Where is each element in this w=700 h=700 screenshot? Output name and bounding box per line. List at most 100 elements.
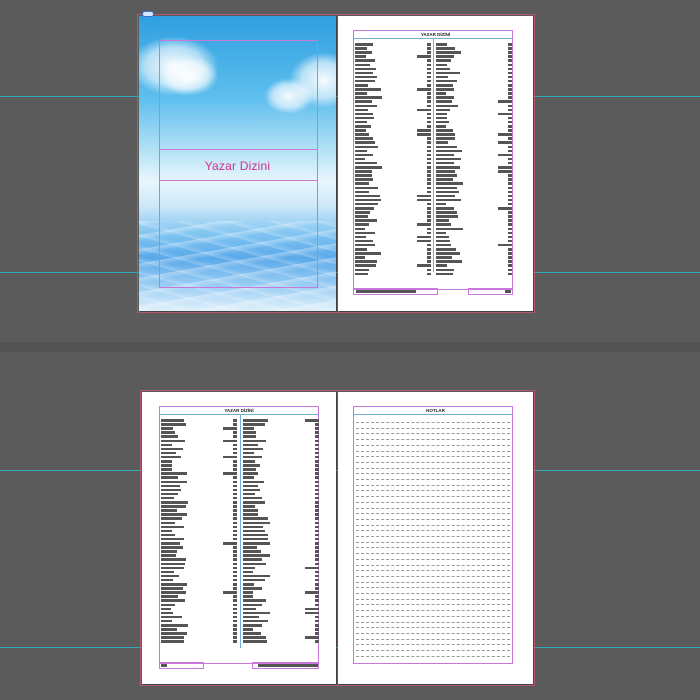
index-entry-name (355, 125, 371, 128)
index-entry-page (498, 243, 512, 247)
index-entry-page (305, 636, 319, 639)
index-entry-name (161, 554, 176, 557)
index-entry-name (436, 207, 454, 210)
index-entry-page (508, 84, 512, 87)
index-entry-name (161, 628, 177, 631)
index-entry-page (315, 468, 319, 471)
note-line (356, 530, 510, 532)
cover-page[interactable]: Yazar Dizini (139, 16, 336, 311)
index-entry-name (436, 59, 451, 62)
index-entry-name (436, 268, 454, 271)
index-entry-page (315, 501, 319, 504)
index-entry-page (508, 149, 512, 153)
index-entry-name (436, 264, 447, 267)
index-entry-page (233, 505, 237, 508)
index-entry-page (427, 75, 431, 79)
index-heading[interactable]: YAZAR DİZİNİ (338, 32, 533, 37)
index-entry-page (233, 488, 237, 492)
notes-heading[interactable]: NOTLAR (338, 408, 533, 413)
index-entry-name (355, 43, 373, 46)
index-entry-name (243, 595, 253, 598)
index-entry-name (243, 505, 255, 508)
index-entry-page (315, 537, 319, 541)
index-entry-page (233, 501, 237, 504)
index-entry-name (243, 517, 268, 520)
index-entry-name (243, 611, 270, 615)
index-entry-page (233, 431, 237, 434)
index-entry-name (243, 632, 261, 635)
cover-title[interactable]: Yazar Dizini (139, 159, 336, 173)
index-entry-page (315, 439, 319, 442)
index-entry-name (161, 558, 186, 561)
index-entry-page (508, 215, 512, 218)
index-entry-name (355, 161, 377, 165)
index-entry-page (508, 145, 512, 148)
note-line (356, 587, 510, 589)
index-entry-name (355, 194, 380, 198)
page-tag-icon[interactable] (142, 11, 154, 17)
index-entry-page (315, 624, 319, 627)
index-entry-page (427, 219, 431, 222)
index-entry-page (498, 100, 512, 103)
index-entry-page (427, 43, 431, 46)
index-entry-name (161, 574, 179, 578)
index-entry-page (315, 447, 319, 451)
index-entry-page (315, 619, 319, 623)
index-entry-name (355, 182, 369, 185)
index-entry-page (427, 141, 431, 144)
index-entry-name (355, 211, 370, 214)
index-entry-page (508, 211, 512, 214)
index-entry-name (161, 611, 173, 615)
index-entry-page (315, 513, 319, 516)
index-entry-page (427, 252, 431, 255)
index-entry-name (436, 223, 451, 226)
index-entry-page (233, 496, 237, 500)
index-entry-name (161, 447, 183, 451)
notes-page[interactable]: NOTLAR (338, 392, 533, 684)
index-entry-name (243, 443, 258, 447)
index-entry-name (436, 272, 453, 276)
index-page-2[interactable]: YAZAR DİZİNİ (142, 392, 336, 684)
index-entry-name (243, 472, 258, 475)
index-entry-page (315, 451, 319, 455)
index-entry-page (315, 628, 319, 631)
index-entry-page (315, 595, 319, 598)
index-entry-name (355, 268, 369, 271)
index-entry-page (233, 628, 237, 631)
index-entry-page (508, 252, 512, 255)
index-entry-name (436, 120, 449, 124)
index-entry-name (436, 51, 461, 54)
index-page-1[interactable]: YAZAR DİZİNİ (338, 16, 533, 311)
index-entry-page (508, 248, 512, 251)
index-entry-name (243, 439, 266, 442)
index-entry-name (161, 435, 178, 438)
index-entry-page (305, 566, 319, 570)
index-entry-name (243, 521, 270, 524)
index-entry-name (436, 219, 449, 222)
index-entry-name (161, 632, 187, 635)
index-entry-name (436, 108, 450, 112)
index-entry-page (427, 153, 431, 157)
column-divider (433, 39, 434, 272)
index-entry-name (436, 96, 454, 99)
index-entry-name (243, 578, 265, 582)
index-entry-name (161, 464, 172, 467)
index-entry-name (355, 92, 367, 95)
index-entry-page (427, 149, 431, 153)
index-entry-name (355, 174, 372, 177)
index-entry-page (305, 591, 319, 594)
index-entry-page (508, 116, 512, 120)
index-entry-name (355, 256, 365, 259)
index-entry-name (355, 112, 373, 116)
index-entry-name (243, 628, 253, 631)
index-entry-page (315, 427, 319, 430)
footer-page-number (161, 664, 167, 667)
index-entry-page (223, 542, 237, 545)
note-line (356, 422, 510, 423)
index-entry-page (427, 166, 431, 169)
note-line (356, 638, 510, 640)
index-heading[interactable]: YAZAR DİZİNİ (142, 408, 336, 413)
index-entry-name (355, 129, 366, 132)
index-entry-name (436, 104, 458, 107)
index-entry-page (233, 611, 237, 615)
